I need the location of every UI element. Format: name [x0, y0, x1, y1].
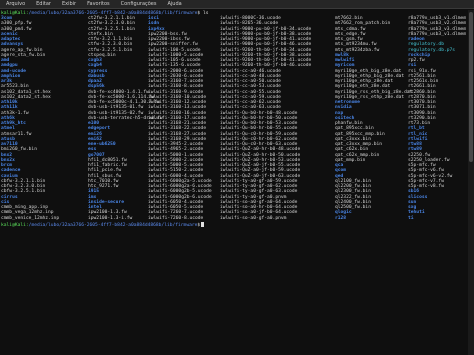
menu-exibir[interactable]: Exibir: [62, 1, 76, 7]
file-entry: iwlwifi-3160-8.ucode: [148, 84, 204, 90]
file-entry: iwlwifi-4965-2.ucode: [148, 147, 204, 153]
scrollbar-thumb[interactable]: [469, 12, 473, 162]
file-entry: iwlwifi-so-a0-gf-a0.pnvm: [220, 215, 287, 221]
listing-column: 3com a300_pfp.fw a300_pm4.fw acenic adaptec a…: [1, 16, 59, 221]
file-entry: iwlwifi-3168-27.ucode: [148, 131, 207, 137]
file-entry: iwlwifi-5000-1.ucode: [148, 152, 204, 158]
file-entry: iwlwifi-3160-9.ucode: [148, 89, 204, 95]
menu-bar: Arquivo Editar Exibir Favoritos Configur…: [0, 0, 474, 9]
file-entry: myri10ge_eth_big_z8e.dat: [335, 68, 402, 74]
file-entry: iwlwifi-QuZ-a0-hr-b0-50.ucode: [220, 152, 301, 158]
file-entry: iwlwifi-QuZ-a0-jf-b0-59.ucode: [220, 168, 301, 174]
file-entry: iwlwifi-9260-th-b0-jf-b0-34.ucode: [220, 47, 312, 53]
prompt-path: /media/lubo/32aa3766-2605-4ff7-b842-a0a8…: [28, 223, 198, 228]
menu-configuracoes[interactable]: Configurações: [121, 1, 157, 7]
file-entry: cmmb_venice_12mhz.inp: [1, 215, 60, 221]
listing-column: iwlwifi-8000C-36.ucode iwlwifi-8265-36.uc…: [220, 16, 311, 221]
file-entry: iwlwifi-5150-2.ucode: [148, 168, 204, 174]
file-entry: iwlwifi-9000-pu-b0-jf-b0-46.ucode: [220, 42, 312, 48]
file-entry: iwlwifi-6000g2b-5.ucode: [148, 189, 212, 195]
text-cursor: [201, 222, 205, 227]
menu-ajuda[interactable]: Ajuda: [168, 1, 182, 7]
prompt-symbol: $: [197, 223, 201, 228]
listing-column: r8a779x_usb3_v1.dlmem r8a779x_usb3_v2.dlm…: [408, 16, 466, 221]
file-entry: iwlwifi-6000-4.ucode: [148, 173, 204, 179]
file-entry: r8a779x_usb3_v3.dlmem: [408, 26, 467, 32]
file-entry: iwlwifi-3168-22.ucode: [148, 126, 207, 132]
file-entry: iwlwifi-7260-8.ucode: [148, 215, 204, 221]
listing-column: isci isdn ixp4xx ipw2200-bss.fw ipw2200-ibss…: [148, 16, 212, 221]
file-entry: iwlwifi-7260-7.ucode: [148, 210, 204, 216]
terminal-window: Arquivo Editar Exibir Favoritos Configur…: [0, 0, 474, 355]
listing-column: mt7662.bin mt7662_rom_patch.bin mts_cdma.f…: [335, 16, 412, 221]
file-entry: cmmb_vega_12mhz.inp: [1, 210, 54, 216]
menu-editar[interactable]: Editar: [36, 1, 51, 7]
file-entry: iwlwifi-QuZ-a0-jf-b0-63.ucode: [220, 173, 301, 179]
menu-favoritos[interactable]: Favoritos: [87, 1, 110, 7]
file-entry: iwlwifi-3160-13.ucode: [148, 105, 207, 111]
file-entry: iwlwifi-6000g2b-6.ucode: [148, 194, 212, 200]
file-entry: iwlwifi-9000-pu-b0-jf-b0-34.ucode: [220, 26, 312, 32]
menu-arquivo[interactable]: Arquivo: [6, 1, 25, 7]
file-entry: iwlwifi-QuZ-a0-hr-b0-48.ucode: [220, 147, 301, 153]
directory-entry: r128: [335, 215, 347, 221]
directory-entry: ti: [408, 215, 414, 221]
file-entry: iwlwifi-9260-th-b0-jf-b0-46.ucode: [220, 63, 312, 69]
prompt-line-2: kali@Kali:/media/lubo/32aa3766-2605-4ff7…: [1, 222, 205, 228]
file-entry: iwlwifi-2000-6.ucode: [148, 68, 204, 74]
file-entry: iwlwifi-3160-16.ucode: [148, 110, 207, 116]
prompt-user: kali@Kali:: [1, 223, 29, 228]
file-entry: as102_data1_st.hex: [1, 89, 51, 95]
terminal-output[interactable]: kali@Kali:/media/lubo/32aa3766-2605-4ff7…: [0, 10, 468, 355]
scrollbar[interactable]: [468, 10, 474, 355]
file-entry: myri10ge_rss_eth_big_z8e.dat: [335, 89, 413, 95]
file-entry: r8a779x_usb3_v2.dlmem: [408, 21, 467, 27]
